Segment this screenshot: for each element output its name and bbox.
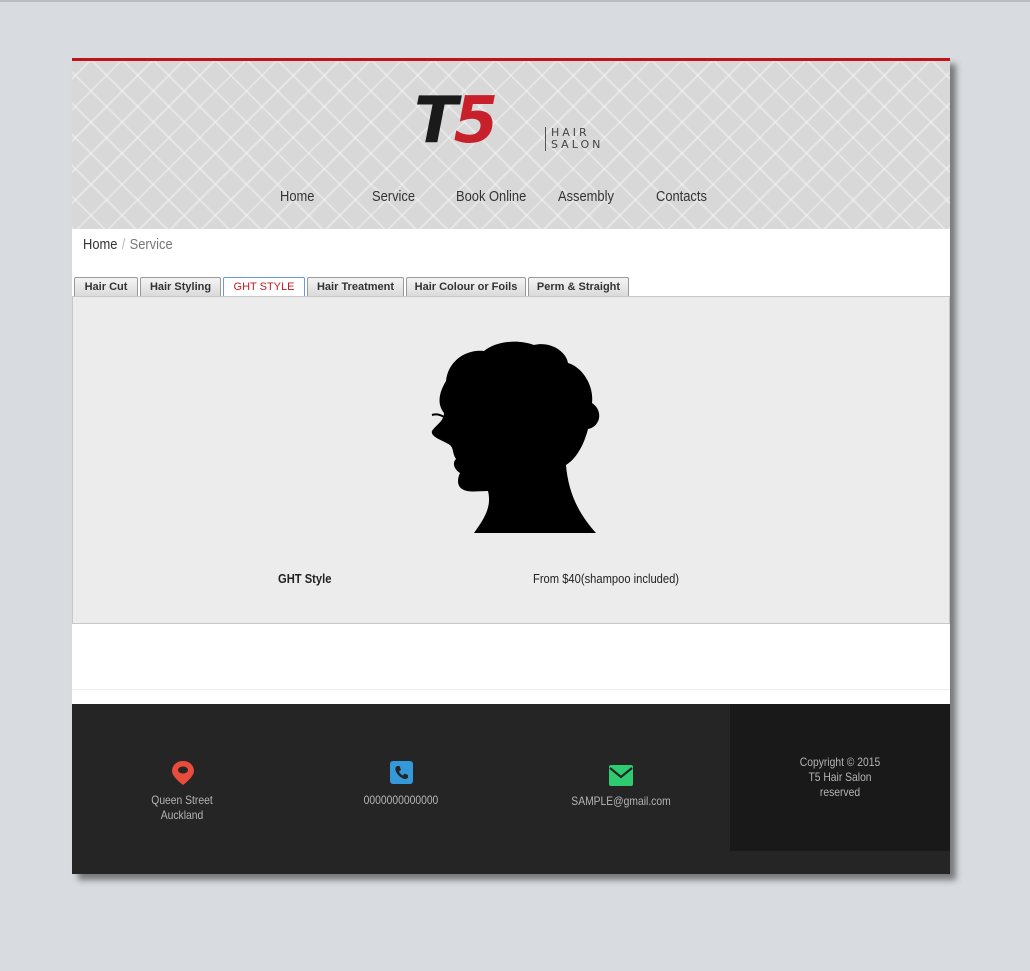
footer-phone[interactable]: 0000000000000 xyxy=(358,793,444,808)
logo-subtitle: HAIR SALON xyxy=(545,127,603,151)
footer-email[interactable]: SAMPLE@gmail.com xyxy=(569,794,672,809)
tab-panel: GHT Style From $40(shampoo included) xyxy=(72,296,950,624)
envelope-icon[interactable] xyxy=(609,765,633,786)
site-header: T5 HAIR SALON Home Service Book Online A… xyxy=(72,61,950,229)
service-price: From $40(shampoo included) xyxy=(533,571,680,586)
breadcrumb-separator: / xyxy=(121,236,126,253)
service-name: GHT Style xyxy=(278,571,332,586)
content-divider xyxy=(72,689,950,690)
logo-mark: T5 xyxy=(414,84,498,158)
breadcrumb: Home / Service xyxy=(83,236,173,253)
nav-home[interactable]: Home xyxy=(280,188,314,205)
site-logo[interactable]: T5 HAIR SALON xyxy=(414,89,614,155)
tab-hair-colour-or-foils[interactable]: Hair Colour or Foils xyxy=(406,277,526,297)
footer-copyright-box: Copyright © 2015 T5 Hair Salon reserved xyxy=(730,704,950,851)
main-nav: Home Service Book Online Assembly Contac… xyxy=(72,188,950,210)
nav-contacts[interactable]: Contacts xyxy=(656,188,707,205)
nav-book-online[interactable]: Book Online xyxy=(456,188,526,205)
breadcrumb-home[interactable]: Home xyxy=(83,236,117,253)
tab-ght-style[interactable]: GHT STYLE xyxy=(223,277,305,297)
nav-service[interactable]: Service xyxy=(372,188,415,205)
footer-address: Queen Street Auckland xyxy=(151,793,213,822)
tab-hair-treatment[interactable]: Hair Treatment xyxy=(307,277,404,297)
tab-hair-cut[interactable]: Hair Cut xyxy=(74,277,138,297)
site-footer: Queen Street Auckland 0000000000000 SAMP… xyxy=(72,704,950,874)
breadcrumb-current: Service xyxy=(129,236,173,253)
woman-silhouette-icon xyxy=(431,341,600,533)
page-container: T5 HAIR SALON Home Service Book Online A… xyxy=(72,58,950,874)
nav-assembly[interactable]: Assembly xyxy=(558,188,614,205)
tab-perm-straight[interactable]: Perm & Straight xyxy=(528,277,629,297)
copyright-text: Copyright © 2015 T5 Hair Salon reserved xyxy=(799,755,881,799)
map-pin-icon xyxy=(172,761,194,785)
tab-hair-styling[interactable]: Hair Styling xyxy=(140,277,221,297)
phone-icon[interactable] xyxy=(390,761,413,784)
